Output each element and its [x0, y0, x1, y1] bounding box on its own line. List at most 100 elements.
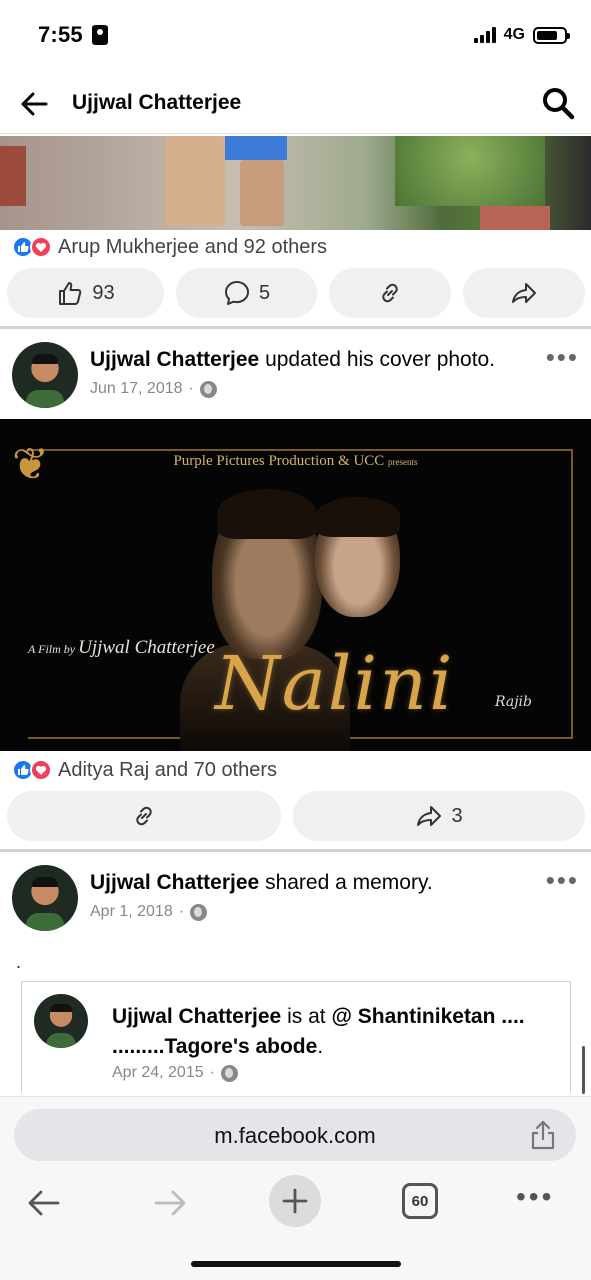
portrait-hair — [217, 489, 317, 539]
post-actions: 93 5 — [7, 268, 585, 318]
tab-count: 60 — [411, 1192, 429, 1210]
reaction-summary[interactable]: Arup Mukherjee and 92 others — [12, 232, 327, 262]
globe-icon — [190, 903, 208, 921]
share-arrow-icon — [417, 806, 442, 826]
post-header: Ujjwal Chatterjee updated his cover phot… — [0, 342, 591, 422]
copy-link-button[interactable] — [329, 268, 451, 318]
share-button[interactable] — [463, 268, 585, 318]
tab-switcher-button[interactable]: 60 — [402, 1183, 438, 1219]
love-reaction-icon — [30, 759, 52, 781]
memory-date[interactable]: Apr 24, 2015 — [112, 1064, 204, 1082]
url-text: m.facebook.com — [214, 1123, 376, 1148]
meta-separator: · — [209, 1064, 215, 1081]
comment-count: 5 — [258, 281, 271, 304]
cover-portrait-woman — [315, 497, 400, 617]
post-divider — [0, 326, 591, 329]
thumbs-up-icon — [59, 282, 82, 305]
shared-memory-card[interactable]: Ujjwal Chatterjee is at @ Shantiniketan … — [21, 981, 571, 1093]
post-headline: Ujjwal Chatterjee shared a memory. — [90, 871, 433, 895]
post-meta: Jun 17, 2018 · — [90, 380, 217, 398]
post-date[interactable]: Jun 17, 2018 — [90, 380, 183, 398]
status-bar: 7:55 4G — [0, 0, 591, 72]
post-photo[interactable] — [0, 136, 591, 230]
reaction-summary[interactable]: Aditya Raj and 70 others — [12, 755, 277, 785]
more-menu-icon[interactable]: ••• — [516, 1183, 554, 1211]
scrollbar[interactable] — [582, 1046, 585, 1094]
share-icon[interactable] — [528, 1119, 558, 1151]
author-name[interactable]: Ujjwal Chatterjee — [90, 871, 259, 894]
home-indicator[interactable] — [191, 1261, 401, 1267]
back-arrow-icon[interactable] — [18, 88, 50, 120]
photo-detail — [165, 136, 225, 226]
memory-author[interactable]: Ujjwal Chatterjee — [112, 1005, 281, 1028]
a-film-by-text: A Film by — [28, 642, 76, 656]
post-date[interactable]: Apr 1, 2018 — [90, 903, 173, 921]
network-type: 4G — [503, 26, 525, 43]
more-options-icon[interactable]: ••• — [546, 867, 579, 893]
meta-separator: · — [178, 903, 185, 920]
cover-signature: Rajib — [495, 694, 532, 710]
cover-producer: Purple Pictures Production & UCC present… — [0, 453, 591, 470]
post-header: Ujjwal Chatterjee shared a memory. Apr 1… — [0, 865, 591, 945]
avatar-hair — [32, 877, 58, 887]
producer-text: Purple Pictures Production & UCC — [173, 453, 385, 469]
photo-detail — [225, 136, 287, 160]
memory-headline: Ujjwal Chatterjee is at @ Shantiniketan … — [112, 1002, 552, 1062]
cellular-signal-icon — [473, 27, 496, 43]
like-button[interactable]: 93 — [7, 268, 164, 318]
avatar[interactable] — [12, 342, 78, 408]
like-count: 93 — [92, 281, 115, 304]
status-time: 7:55 — [38, 22, 83, 47]
comment-icon — [224, 281, 249, 305]
search-icon[interactable] — [541, 86, 575, 120]
browser-toolbar: m.facebook.com 60 ••• — [0, 1096, 591, 1280]
more-options-icon[interactable]: ••• — [546, 344, 579, 370]
globe-icon — [220, 1064, 238, 1082]
battery-icon — [533, 26, 570, 44]
post-actions: 3 — [7, 791, 585, 841]
presents-text: presents — [388, 457, 418, 467]
globe-icon — [199, 380, 217, 398]
address-bar[interactable]: m.facebook.com — [14, 1109, 576, 1161]
memory-period: . — [317, 1035, 324, 1058]
share-button[interactable]: 3 — [293, 791, 585, 841]
reaction-names: Aditya Raj and 70 others — [58, 758, 278, 781]
page-title: Ujjwal Chatterjee — [72, 91, 242, 114]
new-tab-button[interactable] — [269, 1175, 321, 1227]
memory-meta: Apr 24, 2015 · — [112, 1064, 238, 1082]
forward-icon[interactable] — [152, 1187, 188, 1219]
page-header: Ujjwal Chatterjee — [0, 72, 591, 134]
post-body: . — [16, 952, 22, 972]
post-action: updated his cover photo. — [265, 348, 496, 371]
director-name: Ujjwal Chatterjee — [78, 637, 215, 658]
plus-icon — [282, 1188, 308, 1214]
cover-portrait-man — [212, 489, 322, 659]
photo-detail — [0, 146, 26, 206]
post-action: shared a memory. — [265, 871, 433, 894]
comment-button[interactable]: 5 — [176, 268, 317, 318]
avatar[interactable] — [34, 994, 88, 1048]
copy-link-button[interactable] — [7, 791, 281, 841]
post-meta: Apr 1, 2018 · — [90, 903, 208, 921]
link-icon — [382, 283, 398, 303]
author-name[interactable]: Ujjwal Chatterjee — [90, 348, 259, 371]
post-divider — [0, 849, 591, 852]
avatar[interactable] — [12, 865, 78, 931]
meta-separator: · — [188, 380, 194, 397]
avatar-hair — [50, 1004, 72, 1012]
photo-detail — [395, 136, 545, 206]
cover-film-title: Nalini — [215, 641, 455, 727]
portrait-hair — [315, 497, 400, 537]
share-count: 3 — [451, 804, 463, 827]
cover-photo[interactable]: ❦ Purple Pictures Production & UCC prese… — [0, 419, 591, 751]
love-reaction-icon — [30, 236, 52, 258]
status-indicators: 4G — [473, 26, 570, 44]
id-card-icon — [92, 25, 108, 45]
back-icon[interactable] — [26, 1187, 62, 1219]
browser-nav: 60 ••• — [0, 1173, 591, 1233]
cover-credit: A Film by Ujjwal Chatterjee — [28, 637, 215, 659]
photo-detail — [480, 206, 550, 230]
memory-is-at: is at — [287, 1005, 326, 1028]
share-arrow-icon — [512, 283, 536, 303]
reaction-names: Arup Mukherjee and 92 others — [58, 235, 328, 258]
